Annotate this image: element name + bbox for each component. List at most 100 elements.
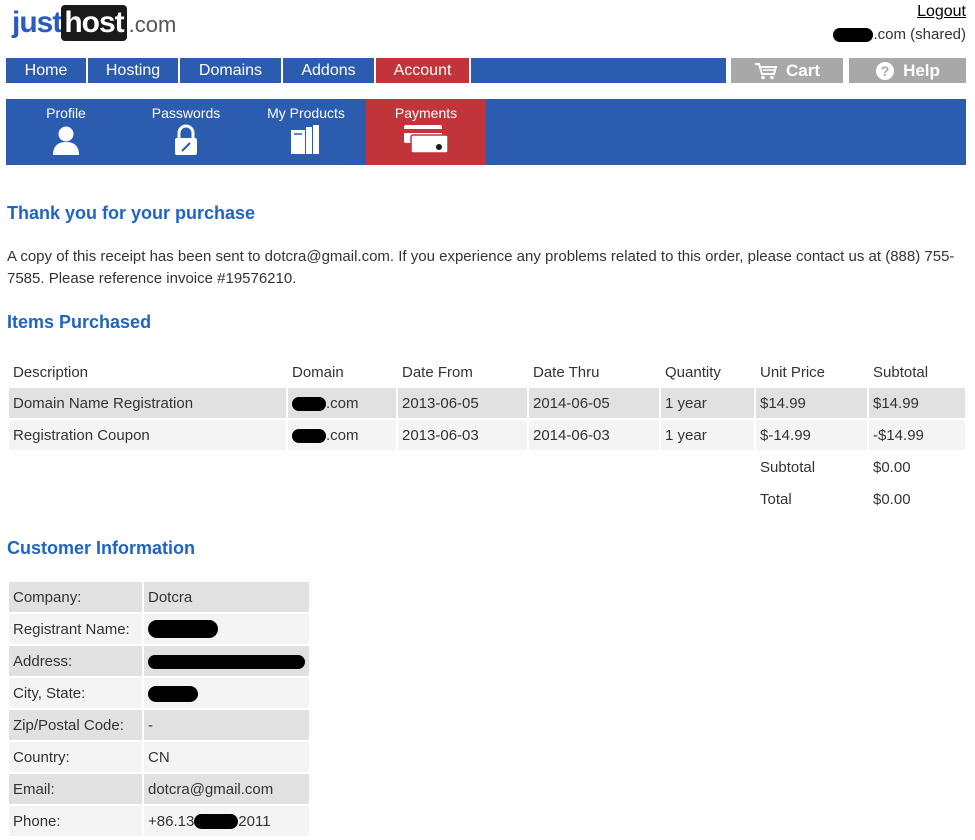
phone-prefix: +86.13 [148, 812, 195, 830]
subnav-profile-label: Profile [46, 105, 86, 121]
total-row: Total $0.00 [9, 484, 965, 514]
phone-suffix: 2011 [238, 812, 271, 830]
account-domain-suffix: .com (shared) [873, 26, 966, 43]
registrant-name-label: Registrant Name: [9, 614, 142, 644]
item-description: Domain Name Registration [9, 388, 286, 418]
subnav-payments-label: Payments [394, 105, 458, 121]
email-value: dotcra@gmail.com [144, 774, 309, 804]
customer-row: Email: dotcra@gmail.com [9, 774, 309, 804]
items-table: Description Domain Date From Date Thru Q… [7, 356, 967, 516]
phone-label: Phone: [9, 806, 142, 836]
logo-dotcom: .com [128, 12, 177, 37]
address-label: Address: [9, 646, 142, 676]
country-label: Country: [9, 742, 142, 772]
item-unit-price: $-14.99 [756, 420, 867, 450]
col-domain: Domain [292, 363, 344, 381]
item-date-from: 2013-06-03 [398, 420, 527, 450]
col-subtotal: Subtotal [873, 363, 929, 381]
item-domain: .com [288, 388, 396, 418]
help-button[interactable]: ? Help [849, 58, 966, 83]
redacted-domain [833, 27, 874, 42]
table-row: Registration Coupon .com 2013-06-03 2014… [9, 420, 965, 450]
main-nav: Home Hosting Domains Addons Account [6, 58, 726, 83]
zip-label: Zip/Postal Code: [9, 710, 142, 740]
item-domain: .com [288, 420, 396, 450]
subtotal-row: Subtotal $0.00 [9, 452, 965, 482]
logo-host: host [61, 5, 127, 41]
logout-link[interactable]: Logout [917, 3, 966, 21]
subtotal-value: $0.00 [873, 458, 911, 476]
city-state-label: City, State: [9, 678, 142, 708]
nav-addons[interactable]: Addons [283, 58, 376, 83]
email-label: Email: [9, 774, 142, 804]
customer-info-title: Customer Information [7, 538, 196, 558]
nav-account[interactable]: Account [376, 58, 471, 83]
col-description: Description [13, 363, 89, 381]
address-value [144, 646, 309, 676]
help-icon: ? [876, 61, 895, 80]
receipt-note: A copy of this receipt has been sent to … [7, 248, 955, 287]
item-subtotal: -$14.99 [869, 420, 965, 450]
col-quantity: Quantity [665, 363, 721, 381]
subnav-passwords[interactable]: Passwords [126, 99, 246, 165]
help-label: Help [903, 60, 940, 80]
col-date-thru: Date Thru [533, 363, 600, 381]
item-date-thru: 2014-06-05 [529, 388, 659, 418]
redacted-city [148, 685, 198, 702]
city-state-value [144, 678, 309, 708]
subnav-my-products-label: My Products [267, 105, 345, 121]
customer-row: Company: Dotcra [9, 582, 309, 612]
page-title: Thank you for your purchase [7, 203, 256, 223]
country-value: CN [144, 742, 309, 772]
registrant-name-value [144, 614, 309, 644]
redacted-name [148, 620, 218, 639]
cart-button[interactable]: Cart [731, 58, 843, 83]
logo-just: just [12, 6, 62, 39]
redacted-phone [194, 814, 239, 830]
lock-icon [175, 124, 197, 155]
item-domain-suffix: .com [326, 426, 359, 444]
customer-row: Registrant Name: [9, 614, 309, 644]
item-quantity: 1 year [661, 388, 754, 418]
cart-icon [754, 62, 778, 79]
nav-home[interactable]: Home [6, 58, 88, 83]
item-date-from: 2013-06-05 [398, 388, 527, 418]
table-row: Domain Name Registration .com 2013-06-05… [9, 388, 965, 418]
item-domain-suffix: .com [326, 394, 359, 412]
company-label: Company: [9, 582, 142, 612]
subnav-payments[interactable]: Payments [366, 99, 486, 165]
customer-row: Phone: +86.13 2011 [9, 806, 309, 836]
customer-row: Address: [9, 646, 309, 676]
account-domain: .com (shared) [833, 26, 966, 43]
cart-label: Cart [785, 60, 820, 80]
subtotal-label: Subtotal [760, 458, 816, 476]
customer-row: Zip/Postal Code: - [9, 710, 309, 740]
phone-value: +86.13 2011 [144, 806, 309, 836]
nav-domains[interactable]: Domains [180, 58, 283, 83]
account-subnav: Profile Passwords My Products Payments [6, 99, 966, 165]
subnav-passwords-label: Passwords [151, 105, 221, 121]
customer-info-table: Company: Dotcra Registrant Name: Address… [7, 580, 311, 838]
subnav-profile[interactable]: Profile [6, 99, 126, 165]
subnav-my-products[interactable]: My Products [246, 99, 366, 165]
redacted-domain [292, 396, 326, 411]
item-quantity: 1 year [661, 420, 754, 450]
redacted-address [148, 654, 305, 669]
zip-value: - [144, 710, 309, 740]
total-value: $0.00 [873, 490, 911, 508]
nav-hosting[interactable]: Hosting [88, 58, 180, 83]
justhost-logo[interactable]: just host .com [12, 4, 176, 42]
customer-row: City, State: [9, 678, 309, 708]
item-unit-price: $14.99 [756, 388, 867, 418]
total-label: Total [760, 490, 792, 508]
customer-row: Country: CN [9, 742, 309, 772]
item-subtotal: $14.99 [869, 388, 965, 418]
col-date-from: Date From [402, 363, 473, 381]
svg-text:?: ? [881, 63, 890, 79]
user-icon [53, 126, 79, 155]
products-icon [291, 125, 319, 154]
company-value: Dotcra [144, 582, 309, 612]
items-purchased-title: Items Purchased [7, 312, 152, 332]
credit-card-icon [404, 125, 449, 154]
items-header-row: Description Domain Date From Date Thru Q… [9, 358, 965, 386]
